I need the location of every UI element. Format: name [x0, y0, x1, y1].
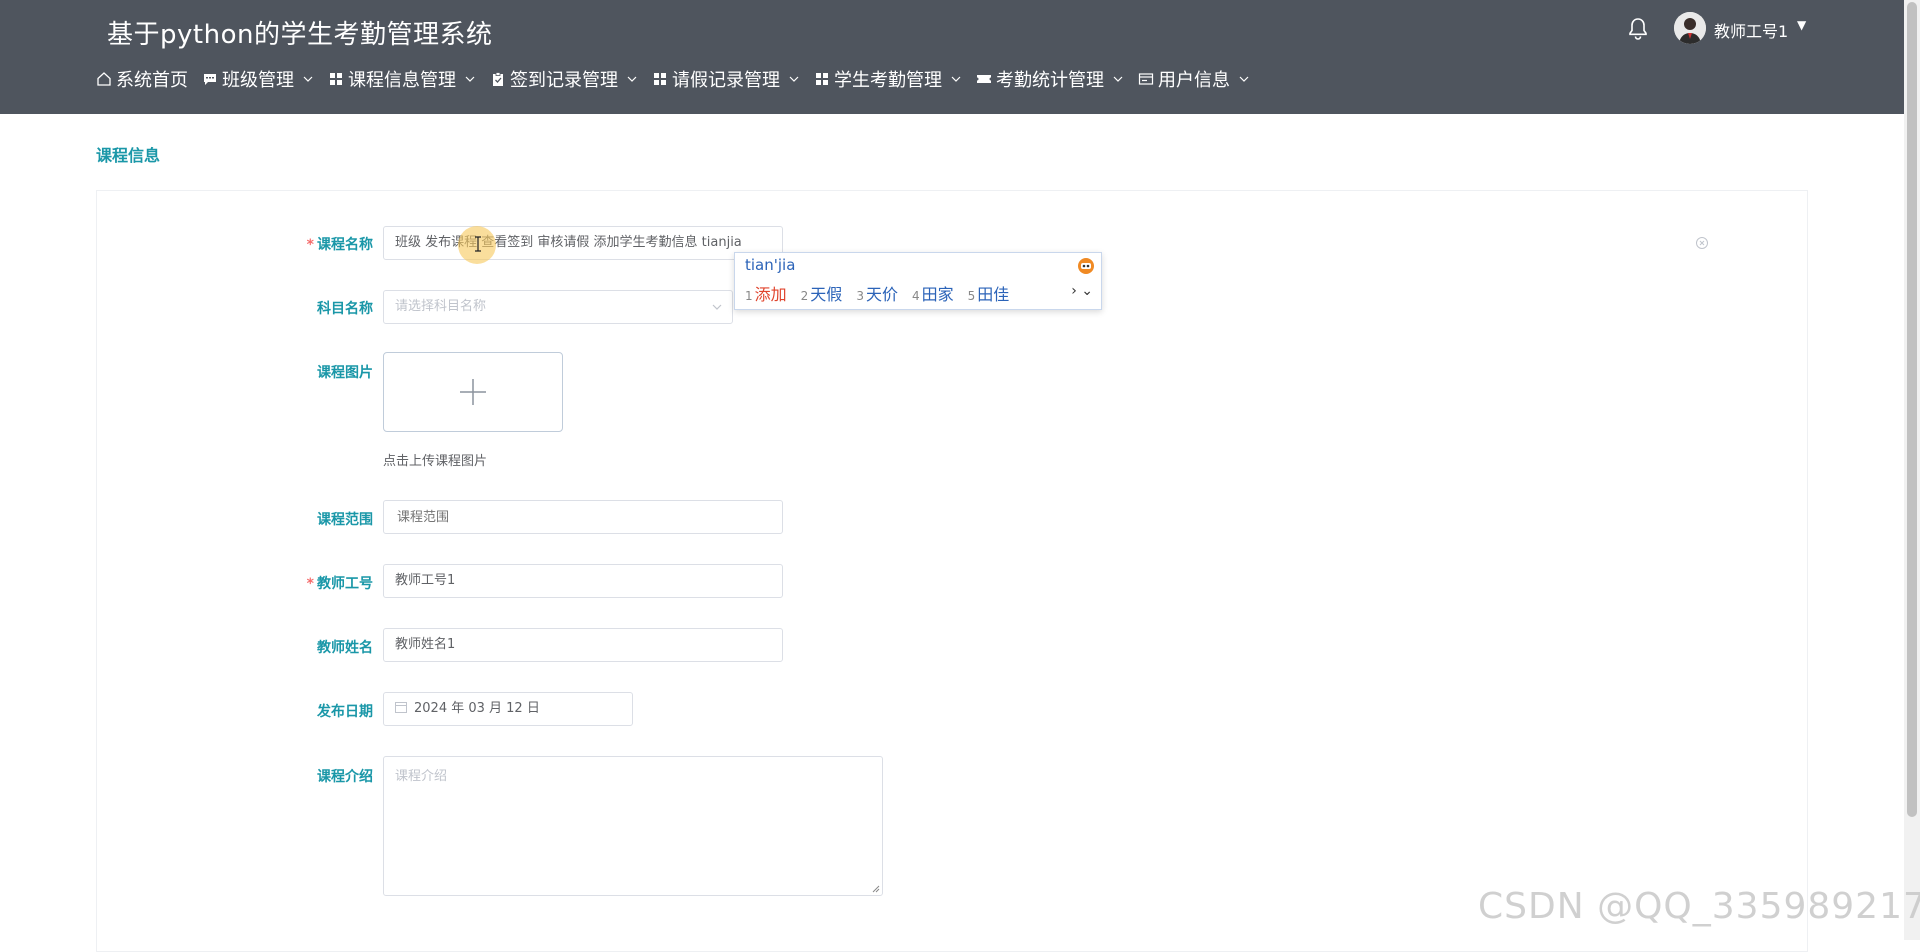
text-cursor-icon: [475, 236, 481, 252]
course-scope-field[interactable]: [395, 501, 769, 533]
nav-item-attendance[interactable]: 学生考勤管理: [814, 66, 962, 92]
nav-label: 课程信息管理: [348, 70, 456, 91]
chevron-down-icon: [627, 76, 637, 82]
teacher-id-input[interactable]: 教师工号1: [383, 564, 783, 598]
candidate-text: 田家: [921, 285, 954, 304]
nav-label: 班级管理: [222, 70, 294, 91]
ime-candidate-list: 1 添加 2 天假 3 天价 4 田家 5 田佳: [745, 281, 1023, 305]
nav-item-course[interactable]: 课程信息管理: [328, 66, 476, 92]
page-title: 课程信息: [96, 146, 161, 165]
candidate-number: 3: [856, 289, 864, 303]
image-upload-button[interactable]: [383, 352, 563, 432]
watermark: CSDN @QQ_3359892174: [1478, 886, 1920, 927]
candidate-number: 4: [911, 289, 920, 303]
ime-composition: tian'jia: [745, 256, 796, 274]
nav-label: 学生考勤管理: [834, 70, 942, 91]
teacher-id-label: * 教师工号: [253, 573, 373, 593]
nav-item-home[interactable]: 系统首页: [96, 66, 188, 92]
ime-candidate[interactable]: 4 田家: [912, 281, 954, 305]
subject-name-select[interactable]: 请选择科目名称: [383, 290, 733, 324]
publish-date-label: 发布日期: [317, 704, 373, 720]
grid-icon: [328, 71, 344, 87]
clipboard-icon: [490, 71, 506, 87]
nav-item-stats[interactable]: 考勤统计管理: [976, 66, 1124, 92]
chevron-down-icon: [789, 76, 799, 82]
course-scope-input[interactable]: [383, 500, 783, 534]
grid-icon: [652, 71, 668, 87]
candidate-text: 天价: [865, 285, 898, 304]
nav-label: 系统首页: [116, 70, 188, 91]
ime-candidate[interactable]: 1 添加: [745, 281, 787, 305]
teacher-name-input[interactable]: 教师姓名1: [383, 628, 783, 662]
chevron-down-icon: [1113, 76, 1123, 82]
select-placeholder: 请选择科目名称: [395, 299, 487, 314]
ime-logo-icon: [1078, 258, 1094, 274]
date-value: 2024 年 03 月 12 日: [414, 701, 540, 716]
caret-down-icon[interactable]: ▼: [1797, 18, 1806, 32]
nav-label: 请假记录管理: [672, 70, 780, 91]
textarea-placeholder: 课程介绍: [395, 769, 448, 784]
user-name[interactable]: 教师工号1: [1714, 18, 1788, 42]
teacher-name-label: 教师姓名: [317, 640, 373, 656]
ime-candidate-popup: tian'jia 1 添加 2 天假 3 天价 4 田家 5 田佳 › ⌄: [734, 252, 1102, 310]
nav-item-user[interactable]: 用户信息: [1138, 66, 1250, 92]
required-mark: *: [306, 237, 314, 253]
ime-candidate[interactable]: 5 田佳: [968, 281, 1010, 305]
candidate-number: 1: [745, 289, 753, 303]
ime-next-page-icon[interactable]: › ⌄: [1071, 283, 1093, 299]
candidate-number: 2: [800, 289, 809, 303]
avatar[interactable]: [1674, 12, 1706, 44]
nav-item-leave[interactable]: 请假记录管理: [652, 66, 800, 92]
candidate-number: 5: [967, 289, 976, 303]
nav-label: 用户信息: [1158, 70, 1230, 91]
chevron-down-icon: [951, 76, 961, 82]
course-name-input[interactable]: 班级 发布课程 查看签到 审核请假 添加学生考勤信息 tianjia: [383, 226, 783, 260]
id-card-icon: [1138, 71, 1154, 87]
grid-icon: [814, 71, 830, 87]
close-circle-icon[interactable]: [1695, 236, 1709, 250]
chat-icon: [202, 71, 218, 87]
plus-icon: [460, 379, 486, 405]
top-header: 基于python的学生考勤管理系统 教师工号1 ▼ 系统首页 班级管理 课程信息…: [0, 0, 1904, 114]
app-title: 基于python的学生考勤管理系统: [107, 20, 493, 50]
nav-label: 签到记录管理: [510, 70, 618, 91]
publish-date-picker[interactable]: 2024 年 03 月 12 日: [383, 692, 633, 726]
bell-icon[interactable]: [1626, 16, 1650, 42]
candidate-text: 添加: [754, 285, 787, 304]
calendar-icon: [395, 702, 407, 713]
nav-item-class[interactable]: 班级管理: [202, 66, 314, 92]
label-text: 课程名称: [317, 237, 373, 253]
home-icon: [96, 71, 112, 87]
scrollbar-thumb[interactable]: [1907, 2, 1917, 817]
page-scrollbar[interactable]: [1904, 0, 1920, 940]
resize-handle-icon[interactable]: [872, 885, 880, 893]
upload-tip: 点击上传课程图片: [383, 454, 488, 469]
course-intro-label: 课程介绍: [317, 769, 373, 785]
course-name-label: * 课程名称: [253, 234, 373, 254]
candidate-text: 天假: [810, 285, 843, 304]
required-mark: *: [306, 576, 314, 592]
label-text: 教师工号: [317, 576, 373, 592]
course-scope-label: 课程范围: [317, 512, 373, 528]
chevron-down-icon: [303, 76, 313, 82]
nav-label: 考勤统计管理: [996, 70, 1104, 91]
chevron-down-icon: [1239, 76, 1249, 82]
ticket-icon: [976, 71, 992, 87]
course-intro-textarea[interactable]: 课程介绍: [383, 756, 883, 896]
ime-candidate[interactable]: 3 天价: [856, 281, 898, 305]
main-nav: 系统首页 班级管理 课程信息管理 签到记录管理 请假记录管理 学生考勤管理 考勤…: [96, 64, 1264, 94]
course-image-label: 课程图片: [317, 365, 373, 381]
chevron-down-icon: [712, 304, 722, 310]
candidate-text: 田佳: [977, 285, 1010, 304]
nav-item-signin[interactable]: 签到记录管理: [490, 66, 638, 92]
user-avatar-icon: [1674, 12, 1706, 44]
subject-name-label: 科目名称: [317, 301, 373, 317]
chevron-down-icon: [465, 76, 475, 82]
ime-candidate[interactable]: 2 天假: [801, 281, 843, 305]
